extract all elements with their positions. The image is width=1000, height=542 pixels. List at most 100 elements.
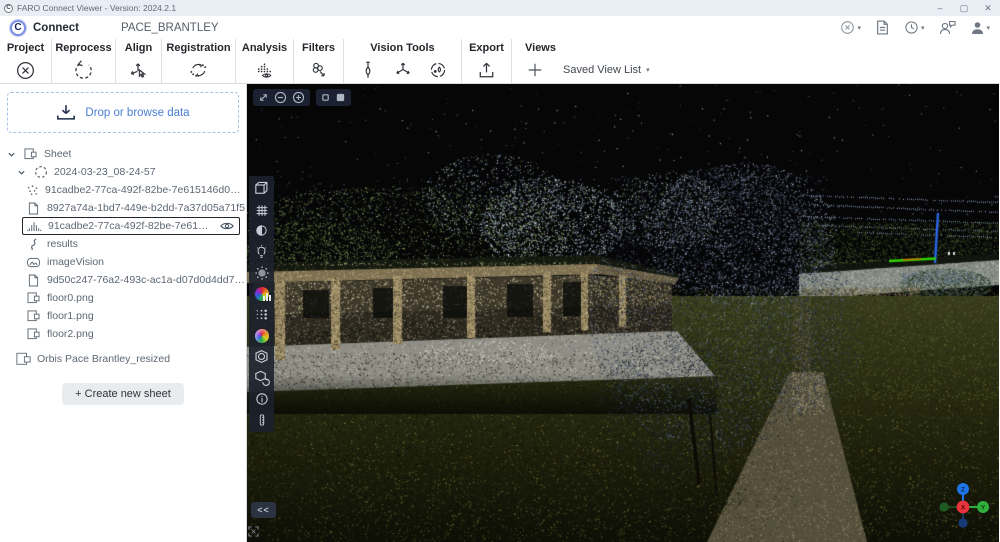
fit-view-button[interactable] <box>258 92 269 103</box>
contrast-icon <box>254 223 269 238</box>
square-outline-icon <box>321 93 330 102</box>
tree-item[interactable]: 91cadbe2-77ca-492f-82be-7e615146d007.laz <box>22 217 240 235</box>
minus-circle-icon <box>274 91 287 104</box>
dots-tool-button[interactable] <box>250 304 273 325</box>
cube-tool-button[interactable] <box>250 178 273 199</box>
ribbon-group-export: Export <box>462 39 512 83</box>
account-dropdown[interactable]: ▾ <box>971 21 990 35</box>
info-tool-button[interactable] <box>250 388 273 409</box>
drop-browse-zone[interactable]: Drop or browse data <box>7 92 239 133</box>
file-icon <box>26 274 41 287</box>
registration-button[interactable] <box>187 59 210 82</box>
tree-item[interactable]: imageVision <box>0 253 246 271</box>
group-label: Align <box>125 42 153 57</box>
tree-item-label: results <box>47 238 78 250</box>
tree-item[interactable]: floor0.png <box>0 289 246 307</box>
tree-item[interactable]: results <box>0 235 246 253</box>
tree-item[interactable]: floor1.png <box>0 307 246 325</box>
reprocess-button[interactable] <box>72 59 95 82</box>
grid-tool-button[interactable] <box>250 199 273 220</box>
tree-item[interactable]: 91cadbe2-77ca-492f-82be-7e615146d007.geo… <box>0 181 246 199</box>
full-viewport-button[interactable] <box>335 92 346 103</box>
zoom-in-button[interactable] <box>292 91 305 104</box>
tree-item[interactable]: floor2.png <box>0 325 246 343</box>
registration-icon <box>187 59 210 82</box>
group-label: Registration <box>166 42 230 57</box>
sphere-tool-button[interactable] <box>250 262 273 283</box>
vision-plumb-button[interactable] <box>357 59 379 81</box>
sphere-icon <box>254 265 270 281</box>
sync-status-icon <box>840 20 855 35</box>
contrast-tool-button[interactable] <box>250 220 273 241</box>
bulb-icon <box>254 244 269 260</box>
colorwheel-icon <box>255 329 269 343</box>
add-view-button[interactable] <box>525 60 545 80</box>
visibility-eye-icon[interactable] <box>220 221 234 231</box>
tree-item-label: imageVision <box>47 256 104 268</box>
image-icon <box>26 257 41 268</box>
chevron-down-icon: ▾ <box>986 24 990 32</box>
export-button[interactable] <box>475 59 498 82</box>
ribbon-group-filters: Filters <box>294 39 344 83</box>
point-cloud-canvas[interactable] <box>247 84 999 542</box>
chevron-down-icon[interactable] <box>16 168 27 177</box>
create-new-sheet-button[interactable]: + Create new sheet <box>62 383 184 405</box>
tree-item[interactable]: 8927a74a-1bd7-449e-b2dd-7a37d05a71f5 <box>0 199 246 217</box>
support-button[interactable] <box>939 20 956 35</box>
cube-sphere-tool-button[interactable] <box>250 346 273 367</box>
gizmo-neg-y[interactable] <box>939 502 948 511</box>
circle-dashed-icon <box>33 165 48 179</box>
ribbon-group-vision-tools: Vision Tools <box>344 39 462 83</box>
minimize-button[interactable]: – <box>928 0 952 16</box>
report-button[interactable] <box>876 20 889 35</box>
title-bar: C FARO Connect Viewer - Version: 2024.2.… <box>0 0 1000 16</box>
small-viewport-button[interactable] <box>321 93 330 102</box>
tree-item[interactable]: 9d50c247-76a2-493c-ac1a-d07d0d4dd782 <box>0 271 246 289</box>
tree-item[interactable]: Orbis Pace Brantley_resized <box>0 350 246 368</box>
vision-colorize-button[interactable] <box>427 59 449 81</box>
connect-logo-icon[interactable]: C <box>10 20 26 36</box>
chevron-down-icon[interactable] <box>6 150 17 159</box>
collapse-sidebar-button[interactable]: << <box>251 502 276 518</box>
scatter-icon <box>26 184 39 197</box>
square-filled-icon <box>335 92 346 103</box>
tree-item-label: Sheet <box>44 148 71 160</box>
close-project-button[interactable] <box>14 59 37 82</box>
tree-item-label: floor1.png <box>47 310 94 322</box>
ruler-icon <box>255 412 269 428</box>
tree-item-label: floor2.png <box>47 328 94 340</box>
colorwheel-tool-button[interactable] <box>250 325 273 346</box>
zoom-out-button[interactable] <box>274 91 287 104</box>
project-tab[interactable]: PACE_BRANTLEY <box>121 22 219 34</box>
align-button[interactable] <box>127 59 150 82</box>
tree-item[interactable]: Sheet <box>0 145 246 163</box>
vision-axes-button[interactable] <box>392 59 414 81</box>
group-label: Vision Tools <box>370 42 434 57</box>
colorwheel-bars-icon <box>255 287 269 301</box>
tree-item[interactable]: 2024-03-23_08-24-57 <box>0 163 246 181</box>
project-tree: Sheet 2024-03-23_08-24-57 91cadbe2-77ca-49… <box>0 145 246 368</box>
group-label: Views <box>525 42 556 57</box>
filters-button[interactable] <box>307 59 330 82</box>
viewport-top-controls <box>253 89 351 106</box>
cube-sync-tool-button[interactable] <box>250 367 273 388</box>
sheet-icon <box>26 328 41 340</box>
bulb-tool-button[interactable] <box>250 241 273 262</box>
orientation-gizmo[interactable]: Z Y X <box>933 477 995 539</box>
window-title: FARO Connect Viewer - Version: 2024.2.1 <box>17 3 176 13</box>
reprocess-icon <box>72 59 95 82</box>
gizmo-neg-z[interactable] <box>958 518 967 527</box>
cube-sphere-icon <box>253 348 270 365</box>
maximize-button[interactable]: ▢ <box>952 0 976 16</box>
export-icon <box>475 59 498 82</box>
colorwheel-bars-tool-button[interactable] <box>250 283 273 304</box>
tree-item-label: 2024-03-23_08-24-57 <box>54 166 156 178</box>
sync-status-dropdown[interactable]: ▾ <box>840 20 861 35</box>
ruler-tool-button[interactable] <box>250 409 273 430</box>
analysis-button[interactable] <box>253 59 276 82</box>
sheet-icon <box>26 292 41 304</box>
saved-view-list-dropdown[interactable]: Saved View List ▾ <box>563 64 650 76</box>
history-dropdown[interactable]: ▾ <box>904 20 925 35</box>
resize-grip[interactable] <box>248 524 259 542</box>
close-button[interactable]: ✕ <box>976 0 1000 16</box>
